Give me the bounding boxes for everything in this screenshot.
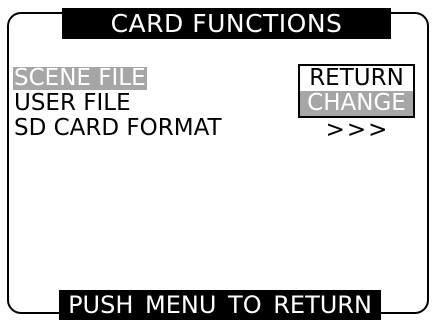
menu-item-scene-file[interactable]: SCENE FILE: [13, 66, 223, 91]
sd-card-format-execute-arrows[interactable]: >>>: [300, 118, 415, 143]
return-option[interactable]: RETURN: [300, 66, 413, 91]
menu-item-sd-card-format[interactable]: SD CARD FORMAT: [13, 116, 223, 141]
menu-item-label: SCENE FILE: [13, 65, 147, 91]
card-functions-menu: SCENE FILE USER FILE SD CARD FORMAT: [13, 66, 223, 141]
menu-item-label: USER FILE: [14, 90, 131, 116]
change-option[interactable]: CHANGE: [300, 91, 413, 116]
menu-item-user-file[interactable]: USER FILE: [13, 91, 223, 116]
menu-item-label: SD CARD FORMAT: [14, 115, 222, 141]
footer-hint: PUSH MENU TO RETURN: [59, 290, 381, 320]
viewfinder-screen-frame: [7, 12, 429, 314]
scene-file-option-box: RETURN CHANGE: [298, 64, 415, 118]
menu-title: CARD FUNCTIONS: [62, 8, 391, 39]
